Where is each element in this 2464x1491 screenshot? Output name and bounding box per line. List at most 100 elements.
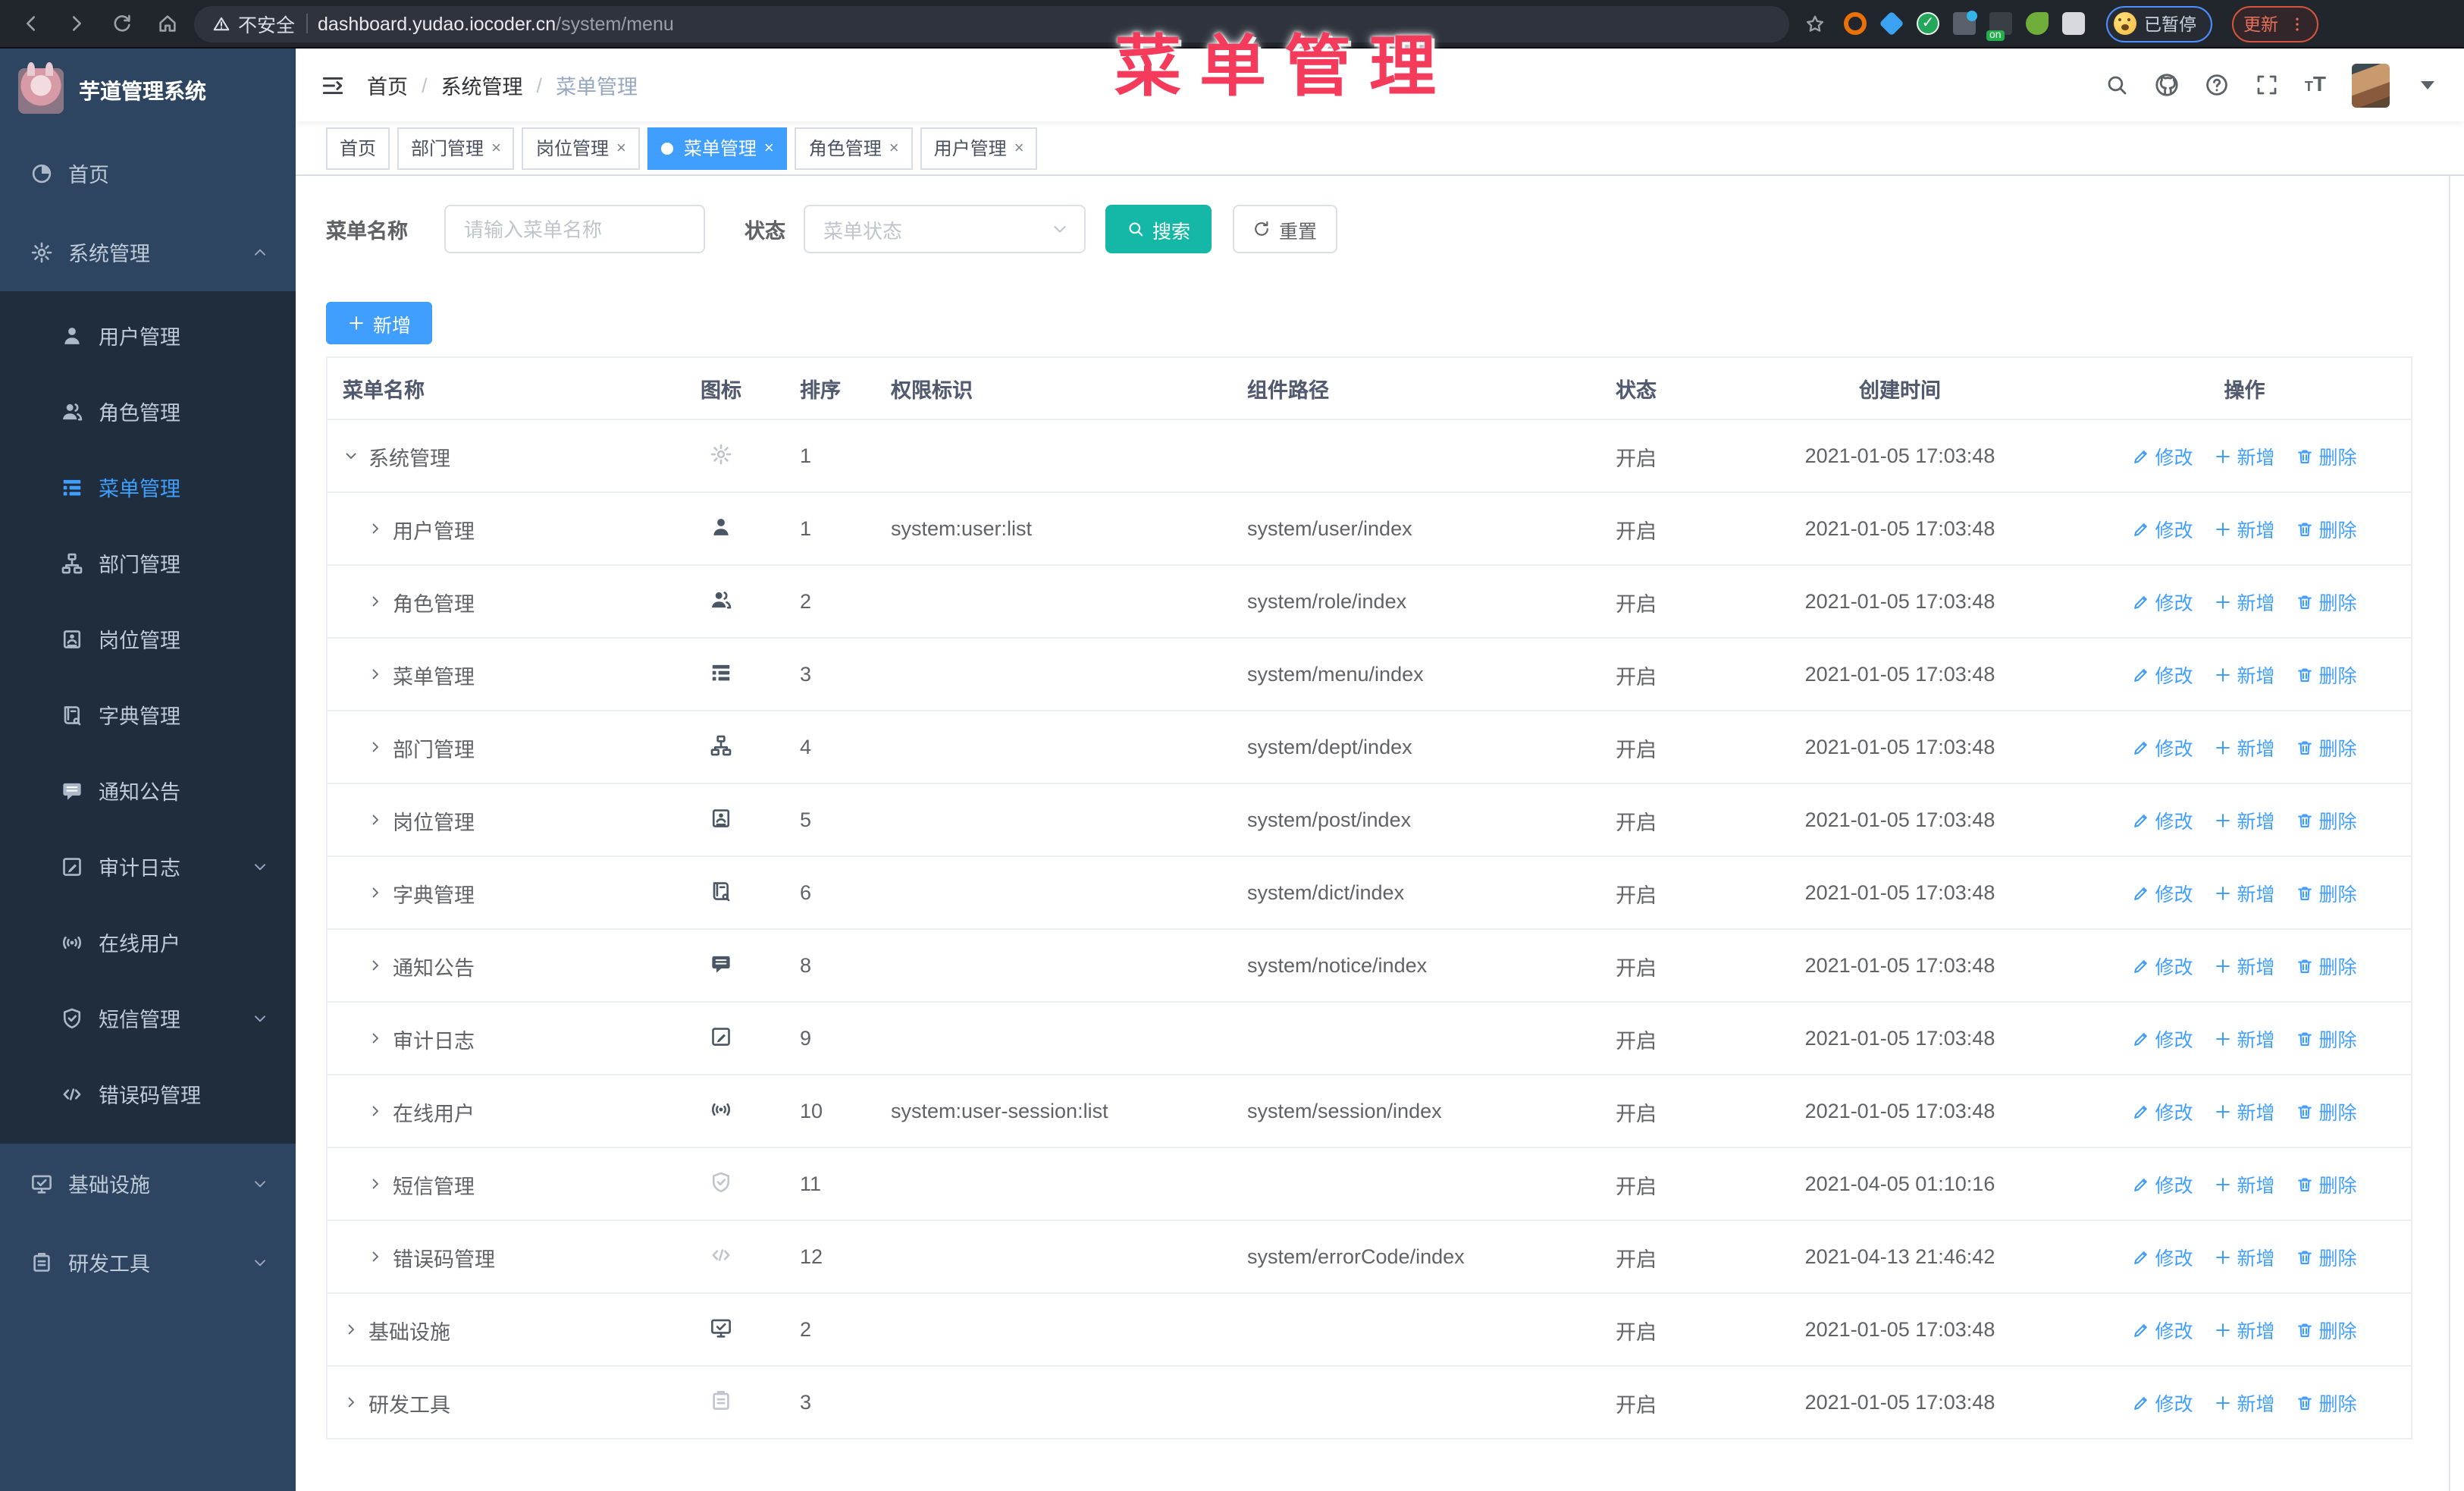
chevron-right-icon[interactable]: [367, 666, 384, 683]
reset-button[interactable]: 重置: [1233, 205, 1337, 253]
chevron-right-icon[interactable]: [367, 739, 384, 755]
sidebar-item-用户管理[interactable]: 用户管理: [0, 297, 296, 373]
browser-menu-icon[interactable]: [2287, 14, 2306, 33]
menu-name-input[interactable]: [444, 205, 705, 253]
delete-link[interactable]: 删除: [2296, 1097, 2357, 1125]
chevron-down-icon[interactable]: [343, 447, 359, 464]
extension-orange-icon[interactable]: [1844, 12, 1867, 35]
chevron-right-icon[interactable]: [367, 1248, 384, 1265]
add-link[interactable]: 新增: [2214, 951, 2275, 980]
edit-link[interactable]: 修改: [2132, 1024, 2193, 1053]
search-button[interactable]: 搜索: [1105, 205, 1212, 253]
chevron-right-icon[interactable]: [367, 811, 384, 828]
delete-link[interactable]: 删除: [2296, 441, 2357, 470]
tab-部门管理[interactable]: 部门管理 ×: [397, 127, 515, 169]
chevron-right-icon[interactable]: [367, 884, 384, 901]
bookmark-star-icon[interactable]: [1804, 13, 1826, 34]
browser-home-icon[interactable]: [149, 5, 185, 42]
delete-link[interactable]: 删除: [2296, 514, 2357, 543]
add-button[interactable]: 新增: [326, 302, 433, 344]
chevron-right-icon[interactable]: [367, 1030, 384, 1047]
browser-back-icon[interactable]: [12, 5, 49, 42]
tab-首页[interactable]: 首页: [326, 127, 390, 169]
font-size-icon[interactable]: TT: [2305, 73, 2326, 97]
delete-link[interactable]: 删除: [2296, 1169, 2357, 1198]
edit-link[interactable]: 修改: [2132, 1097, 2193, 1125]
add-link[interactable]: 新增: [2214, 733, 2275, 761]
sidebar-item-研发工具[interactable]: 研发工具: [0, 1223, 296, 1301]
sidebar-item-首页[interactable]: 首页: [0, 133, 296, 212]
sidebar-item-角色管理[interactable]: 角色管理: [0, 373, 296, 449]
address-bar[interactable]: 不安全 dashboard.yudao.iocoder.cn/system/me…: [194, 5, 1789, 42]
extension-grid-icon[interactable]: [1953, 11, 1977, 35]
delete-link[interactable]: 删除: [2296, 1388, 2357, 1417]
github-icon[interactable]: [2155, 73, 2179, 97]
close-icon[interactable]: ×: [889, 139, 899, 157]
browser-update-button[interactable]: 更新: [2231, 5, 2318, 42]
edit-link[interactable]: 修改: [2132, 1169, 2193, 1198]
delete-link[interactable]: 删除: [2296, 805, 2357, 834]
user-menu-caret-icon[interactable]: [2415, 73, 2440, 97]
edit-link[interactable]: 修改: [2132, 951, 2193, 980]
edit-link[interactable]: 修改: [2132, 660, 2193, 689]
edit-link[interactable]: 修改: [2132, 1315, 2193, 1344]
edit-link[interactable]: 修改: [2132, 587, 2193, 616]
breadcrumb-item[interactable]: 首页: [367, 70, 408, 100]
sidebar-item-部门管理[interactable]: 部门管理: [0, 525, 296, 601]
edit-link[interactable]: 修改: [2132, 805, 2193, 834]
add-link[interactable]: 新增: [2214, 587, 2275, 616]
extension-onoff-icon[interactable]: [1986, 12, 2012, 41]
add-link[interactable]: 新增: [2214, 1024, 2275, 1053]
delete-link[interactable]: 删除: [2296, 1242, 2357, 1271]
breadcrumb-item[interactable]: 系统管理: [441, 70, 523, 100]
close-icon[interactable]: ×: [764, 139, 774, 157]
add-link[interactable]: 新增: [2214, 1242, 2275, 1271]
paused-extension-badge[interactable]: 已暂停: [2106, 5, 2212, 42]
sidebar-item-在线用户[interactable]: 在线用户: [0, 904, 296, 980]
help-icon[interactable]: [2205, 73, 2229, 97]
security-chip[interactable]: 不安全: [212, 9, 295, 38]
edit-link[interactable]: 修改: [2132, 733, 2193, 761]
edit-link[interactable]: 修改: [2132, 1242, 2193, 1271]
add-link[interactable]: 新增: [2214, 441, 2275, 470]
delete-link[interactable]: 删除: [2296, 660, 2357, 689]
edit-link[interactable]: 修改: [2132, 1388, 2193, 1417]
user-avatar[interactable]: [2352, 63, 2390, 107]
extension-shield-icon[interactable]: ✓: [1917, 12, 1939, 35]
tab-岗位管理[interactable]: 岗位管理 ×: [522, 127, 640, 169]
scrollbar-gutter[interactable]: [2449, 49, 2464, 1491]
chevron-right-icon[interactable]: [367, 593, 384, 610]
status-select[interactable]: 菜单状态: [804, 205, 1086, 253]
close-icon[interactable]: ×: [1014, 139, 1024, 157]
sidebar-item-字典管理[interactable]: 字典管理: [0, 676, 296, 752]
browser-reload-icon[interactable]: [103, 5, 140, 42]
sidebar-item-岗位管理[interactable]: 岗位管理: [0, 601, 296, 676]
add-link[interactable]: 新增: [2214, 1169, 2275, 1198]
chevron-right-icon[interactable]: [367, 1103, 384, 1119]
extension-leaf-icon[interactable]: [2026, 12, 2049, 35]
browser-forward-icon[interactable]: [58, 5, 94, 42]
chevron-right-icon[interactable]: [367, 1176, 384, 1192]
extension-gem-icon[interactable]: [1879, 11, 1904, 36]
tab-用户管理[interactable]: 用户管理 ×: [920, 127, 1038, 169]
delete-link[interactable]: 删除: [2296, 587, 2357, 616]
delete-link[interactable]: 删除: [2296, 878, 2357, 907]
add-link[interactable]: 新增: [2214, 1315, 2275, 1344]
fullscreen-icon[interactable]: [2255, 73, 2279, 97]
add-link[interactable]: 新增: [2214, 1388, 2275, 1417]
close-icon[interactable]: ×: [491, 139, 501, 157]
add-link[interactable]: 新增: [2214, 1097, 2275, 1125]
chevron-right-icon[interactable]: [367, 957, 384, 974]
edit-link[interactable]: 修改: [2132, 441, 2193, 470]
add-link[interactable]: 新增: [2214, 660, 2275, 689]
extension-puzzle-icon[interactable]: [2062, 12, 2085, 35]
sidebar-item-短信管理[interactable]: 短信管理: [0, 980, 296, 1056]
tab-角色管理[interactable]: 角色管理 ×: [795, 127, 913, 169]
sidebar-item-菜单管理[interactable]: 菜单管理: [0, 449, 296, 525]
tab-菜单管理[interactable]: 菜单管理 ×: [647, 127, 788, 169]
delete-link[interactable]: 删除: [2296, 1024, 2357, 1053]
close-icon[interactable]: ×: [616, 139, 626, 157]
edit-link[interactable]: 修改: [2132, 878, 2193, 907]
add-link[interactable]: 新增: [2214, 514, 2275, 543]
chevron-right-icon[interactable]: [343, 1321, 359, 1338]
